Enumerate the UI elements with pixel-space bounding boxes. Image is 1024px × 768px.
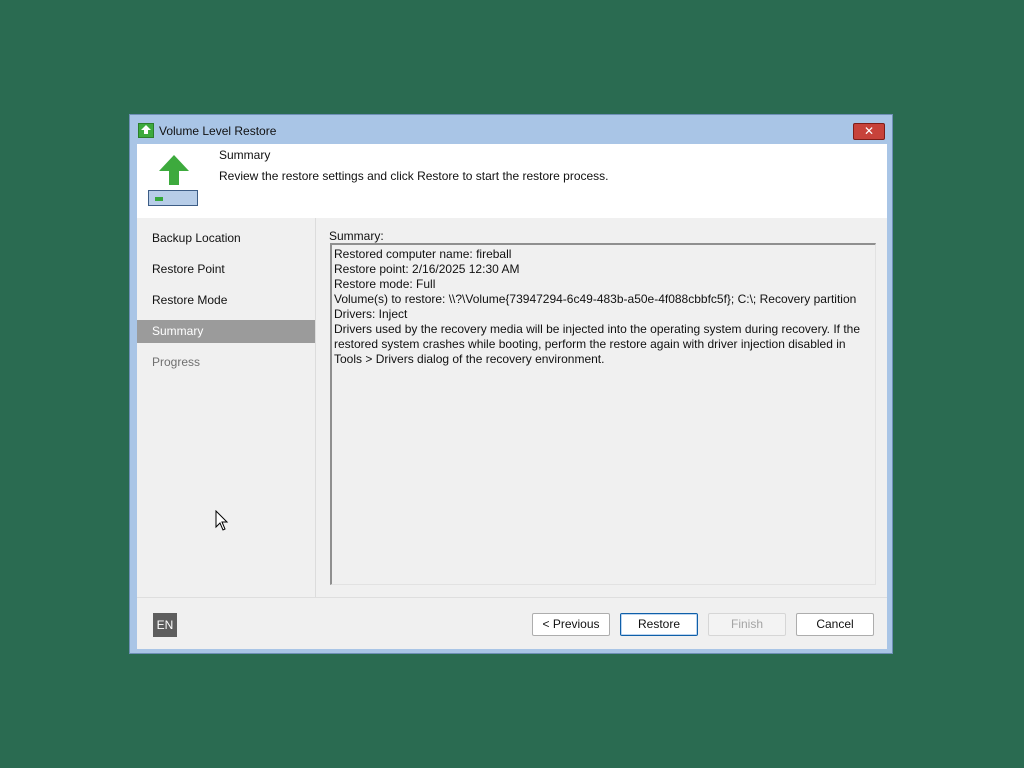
summary-panel: Summary: Restored computer name: firebal…: [317, 218, 887, 597]
previous-button[interactable]: < Previous: [532, 613, 610, 636]
language-button[interactable]: EN: [153, 613, 177, 637]
step-title: Summary: [219, 148, 271, 162]
drive-icon: [148, 190, 198, 206]
nav-item-restore-point[interactable]: Restore Point: [137, 258, 315, 281]
restore-arrow-drive-icon: [147, 154, 201, 208]
wizard-header: Summary Review the restore settings and …: [137, 144, 887, 218]
close-icon: ✕: [863, 124, 875, 138]
step-description: Review the restore settings and click Re…: [219, 169, 609, 183]
app-icon: [138, 123, 154, 138]
mouse-cursor-icon: [215, 510, 229, 531]
volume-level-restore-window: Volume Level Restore ✕ Summary Review th…: [129, 114, 893, 654]
nav-item-backup-location[interactable]: Backup Location: [137, 227, 315, 250]
nav-item-summary[interactable]: Summary: [137, 320, 315, 343]
finish-button: Finish: [708, 613, 786, 636]
cancel-button[interactable]: Cancel: [796, 613, 874, 636]
nav-item-progress: Progress: [152, 355, 201, 369]
summary-label: Summary:: [329, 229, 384, 243]
dialog-client-area: Summary Review the restore settings and …: [137, 144, 887, 649]
title-bar[interactable]: Volume Level Restore ✕: [130, 115, 892, 143]
wizard-step-list: Backup Location Restore Point Restore Mo…: [137, 218, 316, 597]
restore-button[interactable]: Restore: [620, 613, 698, 636]
close-button[interactable]: ✕: [853, 123, 885, 140]
nav-item-restore-mode[interactable]: Restore Mode: [137, 289, 315, 312]
summary-textbox[interactable]: Restored computer name: fireball Restore…: [330, 243, 876, 585]
wizard-footer: EN < Previous Restore Finish Cancel: [137, 597, 887, 650]
window-title: Volume Level Restore: [159, 124, 277, 138]
